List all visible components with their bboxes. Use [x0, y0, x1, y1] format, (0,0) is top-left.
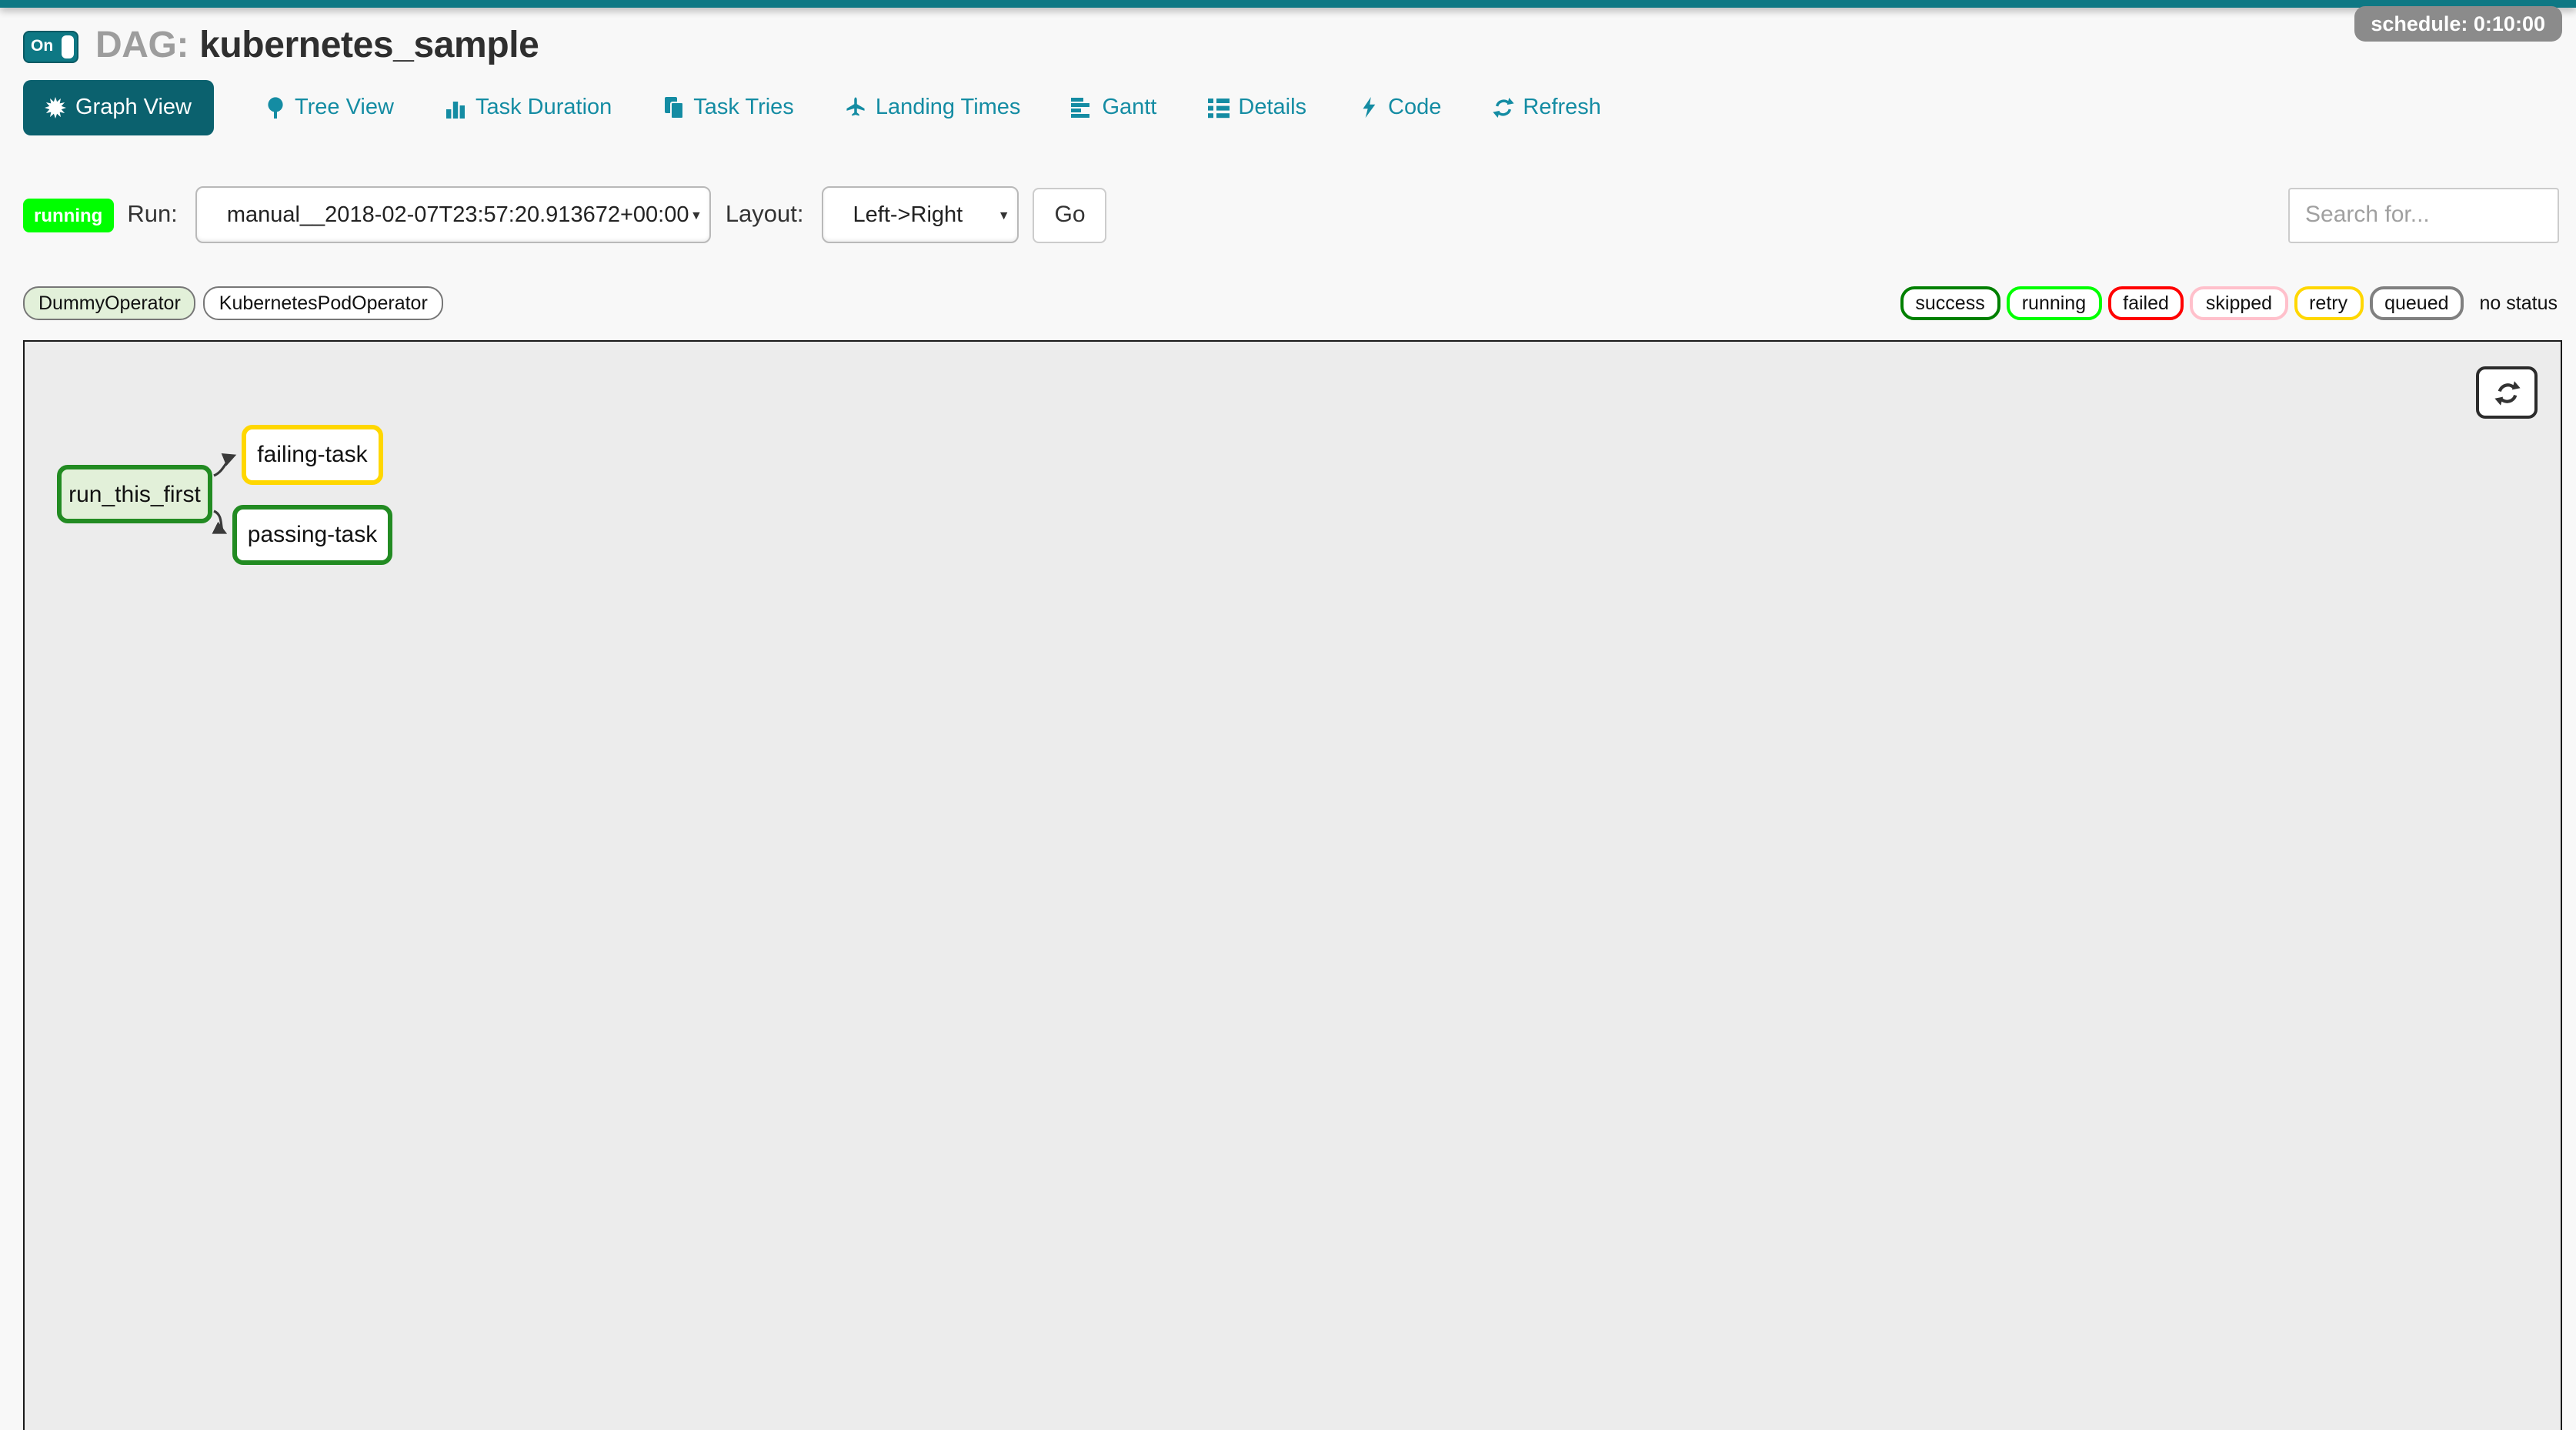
- tab-label: Details: [1238, 95, 1306, 120]
- status-badge-retry: retry: [2294, 286, 2363, 320]
- operator-legend: DummyOperator KubernetesPodOperator: [23, 286, 443, 320]
- tab-refresh[interactable]: Refresh: [1492, 95, 1601, 120]
- tab-label: Gantt: [1102, 95, 1156, 120]
- tab-label: Code: [1388, 95, 1441, 120]
- tab-graph-view[interactable]: Graph View: [23, 80, 213, 135]
- graph-canvas[interactable]: run_this_first failing-task passing-task: [23, 340, 2562, 1430]
- search-input[interactable]: [2288, 187, 2559, 242]
- tab-label: Task Tries: [693, 95, 794, 120]
- dag-title-prefix: DAG:: [95, 25, 189, 68]
- status-label-no-status: no status: [2480, 292, 2558, 314]
- bolt-icon: [1357, 97, 1379, 119]
- run-state-badge: running: [23, 198, 113, 232]
- status-badge-queued: queued: [2369, 286, 2464, 320]
- duplicate-icon: [662, 97, 684, 119]
- node-label: run_this_first: [68, 481, 201, 507]
- run-select-value: manual__2018-02-07T23:57:20.913672+00:00: [198, 202, 689, 227]
- node-label: failing-task: [257, 442, 367, 468]
- chevron-down-icon: ▼: [998, 208, 1010, 222]
- schedule-badge: schedule: 0:10:00: [2354, 6, 2562, 42]
- status-badge-running: running: [2007, 286, 2101, 320]
- node-failing-task[interactable]: failing-task: [242, 425, 383, 485]
- go-button[interactable]: Go: [1033, 187, 1107, 242]
- status-badge-skipped: skipped: [2191, 286, 2287, 320]
- legend-row: DummyOperator KubernetesPodOperator succ…: [23, 286, 2558, 320]
- gantt-bars-icon: [1071, 97, 1093, 119]
- refresh-icon: [1492, 97, 1513, 119]
- toggle-handle-icon: [62, 35, 74, 58]
- status-legend: success running failed skipped retry que…: [1900, 286, 2558, 320]
- operator-badge-kubernetes-pod-operator: KubernetesPodOperator: [204, 286, 443, 320]
- tab-label: Refresh: [1523, 95, 1601, 120]
- tree-icon: [264, 97, 285, 119]
- status-badge-success: success: [1900, 286, 2000, 320]
- node-label: passing-task: [248, 522, 377, 548]
- tab-label: Graph View: [75, 95, 192, 120]
- node-passing-task[interactable]: passing-task: [232, 505, 392, 565]
- tab-task-tries[interactable]: Task Tries: [662, 95, 794, 120]
- dag-pause-toggle[interactable]: On: [23, 30, 78, 62]
- airflow-dag-page: schedule: 0:10:00 On DAG: kubernetes_sam…: [0, 0, 2576, 1430]
- tab-tree-view[interactable]: Tree View: [264, 95, 394, 120]
- edge-run-this-first-to-passing-task: [214, 511, 225, 533]
- page-header: On DAG: kubernetes_sample: [23, 25, 539, 68]
- layout-select[interactable]: Left->Right ▼: [823, 186, 1019, 243]
- chevron-down-icon: ▼: [690, 208, 702, 222]
- tab-label: Tree View: [295, 95, 394, 120]
- layout-select-value: Left->Right: [824, 202, 963, 227]
- edge-run-this-first-to-failing-task: [214, 456, 234, 476]
- dag-edges: [25, 342, 2561, 1430]
- dag-name: kubernetes_sample: [199, 25, 539, 68]
- list-icon: [1207, 97, 1229, 119]
- tab-code[interactable]: Code: [1357, 95, 1441, 120]
- tab-landing-times[interactable]: Landing Times: [845, 95, 1021, 120]
- status-badge-failed: failed: [2107, 286, 2184, 320]
- view-tabs: Graph View Tree View Task Duration Task …: [23, 80, 1601, 135]
- tab-gantt[interactable]: Gantt: [1071, 95, 1156, 120]
- tab-label: Landing Times: [876, 95, 1021, 120]
- toggle-on-label: On: [31, 36, 53, 55]
- run-select[interactable]: manual__2018-02-07T23:57:20.913672+00:00…: [196, 186, 712, 243]
- run-controls-row: running Run: manual__2018-02-07T23:57:20…: [23, 186, 2559, 243]
- top-accent-bar: [0, 0, 2576, 8]
- run-label: Run:: [127, 201, 178, 229]
- node-run-this-first[interactable]: run_this_first: [57, 465, 212, 523]
- tab-details[interactable]: Details: [1207, 95, 1306, 120]
- plane-icon: [845, 97, 866, 119]
- bar-chart-icon: [445, 97, 466, 119]
- tab-label: Task Duration: [475, 95, 612, 120]
- operator-badge-dummy-operator: DummyOperator: [23, 286, 196, 320]
- tab-task-duration[interactable]: Task Duration: [445, 95, 612, 120]
- starburst-icon: [45, 97, 66, 119]
- refresh-icon: [2494, 379, 2520, 406]
- layout-label: Layout:: [726, 201, 804, 229]
- graph-refresh-button[interactable]: [2476, 366, 2538, 419]
- page-title: DAG: kubernetes_sample: [95, 25, 539, 68]
